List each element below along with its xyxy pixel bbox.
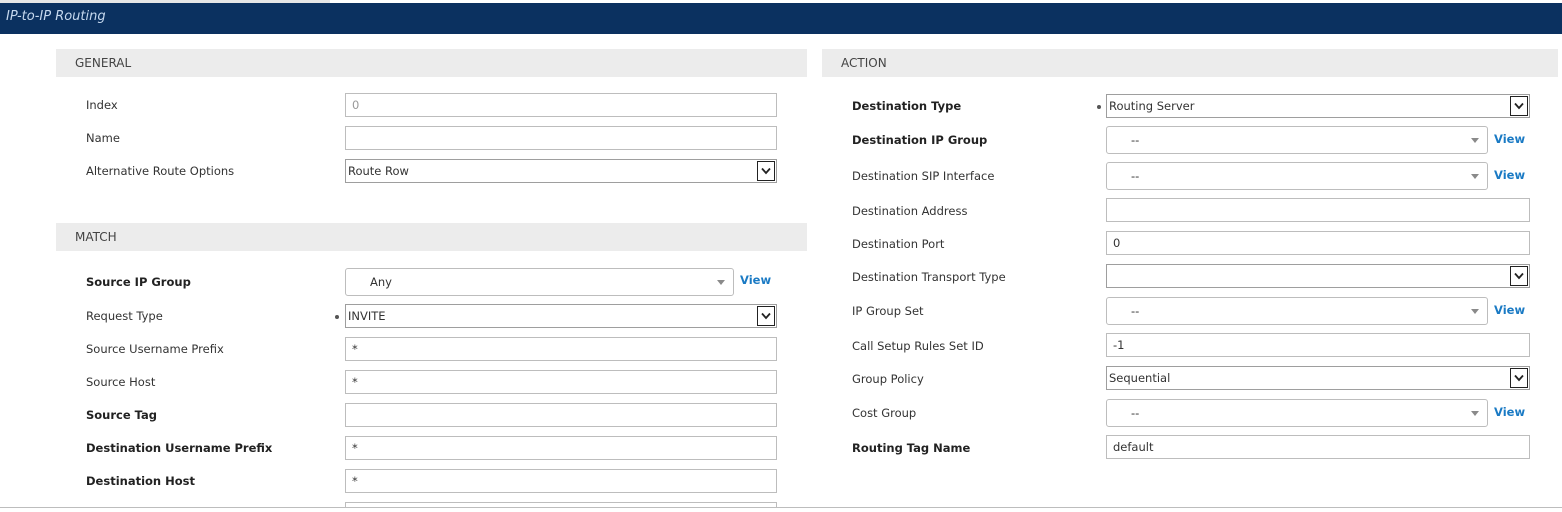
dest-sip-interface-value: -- (1131, 169, 1140, 183)
alt-route-value: Route Row (348, 164, 409, 178)
dest-port-field[interactable]: 0 (1106, 231, 1530, 255)
source-ip-group-label: Source IP Group (86, 275, 191, 289)
ip-group-set-label: IP Group Set (852, 304, 924, 318)
chevron-down-icon (1510, 96, 1528, 116)
dest-ip-group-value: -- (1131, 133, 1140, 147)
cost-group-label: Cost Group (852, 406, 917, 420)
dest-port-label: Destination Port (852, 237, 945, 251)
source-host-field[interactable]: * (345, 370, 777, 394)
chevron-down-icon (1510, 266, 1528, 286)
required-bullet-icon (1097, 105, 1101, 109)
alt-route-select[interactable]: Route Row (345, 159, 777, 183)
dest-address-field[interactable] (1106, 198, 1530, 222)
match-section-header: MATCH (56, 223, 807, 251)
name-field[interactable] (345, 126, 777, 150)
request-type-value: INVITE (348, 309, 386, 323)
routing-tag-field[interactable]: default (1106, 435, 1530, 459)
dest-ip-group-label: Destination IP Group (852, 133, 988, 147)
cost-group-value: -- (1131, 406, 1140, 420)
call-setup-rules-label: Call Setup Rules Set ID (852, 339, 984, 353)
ip-group-set-combo[interactable]: -- (1106, 297, 1488, 325)
call-setup-rules-field[interactable]: -1 (1106, 333, 1530, 357)
dest-type-value: Routing Server (1109, 99, 1195, 113)
window-title: IP-to-IP Routing (0, 3, 1562, 34)
dest-type-label: Destination Type (852, 99, 962, 113)
source-ip-group-value: Any (370, 275, 392, 289)
caret-down-icon (1471, 138, 1479, 143)
index-label: Index (86, 98, 118, 112)
name-label: Name (86, 131, 120, 145)
chevron-down-icon (1510, 368, 1528, 388)
chevron-down-icon (757, 161, 775, 181)
dest-host-label: Destination Host (86, 474, 195, 488)
dest-address-label: Destination Address (852, 204, 968, 218)
caret-down-icon (1471, 309, 1479, 314)
dest-ip-group-combo[interactable]: -- (1106, 126, 1488, 154)
source-host-label: Source Host (86, 375, 156, 389)
ip-group-set-value: -- (1131, 304, 1140, 318)
ip-group-set-view-link[interactable]: View (1494, 298, 1525, 322)
request-type-select[interactable]: INVITE (345, 304, 777, 328)
source-ip-group-combo[interactable]: Any (345, 268, 734, 296)
dest-sip-interface-combo[interactable]: -- (1106, 162, 1488, 190)
dest-type-select[interactable]: Routing Server (1106, 94, 1530, 118)
cost-group-combo[interactable]: -- (1106, 399, 1488, 427)
source-tag-label: Source Tag (86, 408, 158, 422)
dest-sip-interface-label: Destination SIP Interface (852, 169, 995, 183)
source-username-prefix-field[interactable]: * (345, 337, 777, 361)
alt-route-label: Alternative Route Options (86, 164, 235, 178)
dest-ip-group-view-link[interactable]: View (1494, 127, 1525, 151)
caret-down-icon (717, 280, 725, 285)
dest-username-prefix-field[interactable]: * (345, 436, 777, 460)
group-policy-select[interactable]: Sequential (1106, 366, 1530, 390)
required-bullet-icon (335, 315, 339, 319)
routing-tag-label: Routing Tag Name (852, 441, 971, 455)
source-tag-field[interactable] (345, 403, 777, 427)
group-policy-label: Group Policy (852, 372, 924, 386)
request-type-label: Request Type (86, 309, 163, 323)
caret-down-icon (1471, 411, 1479, 416)
dest-host-field[interactable]: * (345, 469, 777, 493)
bottom-divider (0, 507, 1562, 508)
chevron-down-icon (757, 306, 775, 326)
dest-transport-select[interactable] (1106, 264, 1530, 288)
general-section-header: GENERAL (56, 49, 807, 77)
caret-down-icon (1471, 174, 1479, 179)
cost-group-view-link[interactable]: View (1494, 400, 1525, 424)
index-field: 0 (345, 93, 777, 117)
dest-transport-label: Destination Transport Type (852, 270, 1006, 284)
source-ip-group-view-link[interactable]: View (740, 268, 771, 292)
action-section-header: ACTION (822, 49, 1558, 77)
group-policy-value: Sequential (1109, 371, 1171, 385)
source-username-prefix-label: Source Username Prefix (86, 342, 224, 356)
dest-username-prefix-label: Destination Username Prefix (86, 441, 273, 455)
dest-sip-interface-view-link[interactable]: View (1494, 163, 1525, 187)
